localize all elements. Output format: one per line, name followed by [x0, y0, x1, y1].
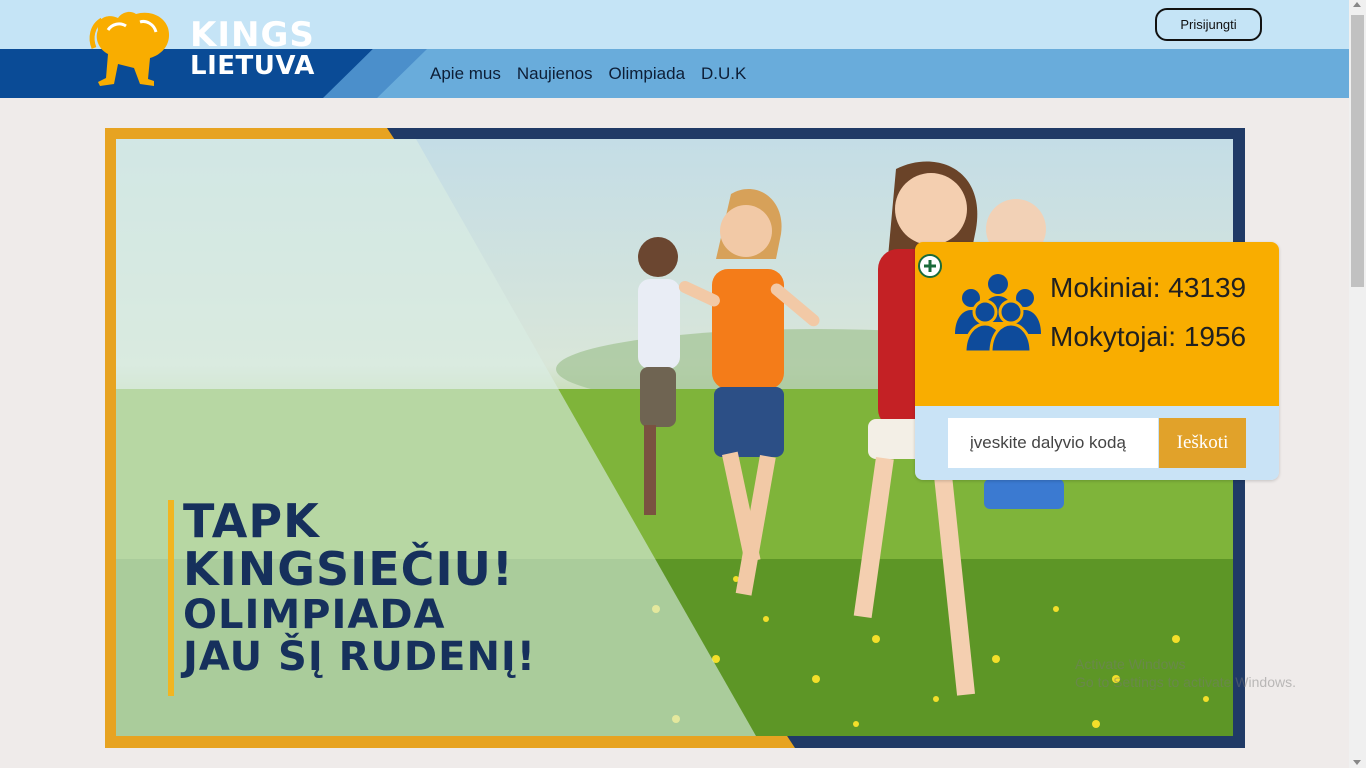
- headline-line2: KINGSIEČIU!: [183, 542, 514, 597]
- nav-item-olimpiada[interactable]: Olimpiada: [608, 64, 685, 84]
- logo-line1: KINGS: [190, 15, 315, 55]
- nav-item-apie-mus[interactable]: Apie mus: [430, 64, 501, 84]
- page-scrollbar[interactable]: [1349, 0, 1366, 768]
- headline-accent-bar: [168, 500, 174, 696]
- windows-activation-watermark: Activate Windows Go to Settings to activ…: [1075, 655, 1296, 691]
- headline-line4: JAU ŠĮ RUDENĮ!: [183, 633, 537, 680]
- stats-card: Mokiniai: 43139 Mokytojai: 1956 Ieškoti: [915, 242, 1279, 480]
- scroll-down-arrow-icon[interactable]: [1353, 760, 1361, 765]
- site-logo[interactable]: KINGS LIETUVA: [88, 8, 318, 88]
- headline-line1: TAPK: [183, 494, 320, 548]
- scrollbar-thumb[interactable]: [1351, 15, 1364, 287]
- participant-code-input[interactable]: [948, 418, 1158, 468]
- nav-item-naujienos[interactable]: Naujienos: [517, 64, 593, 84]
- teachers-count: Mokytojai: 1956: [1050, 321, 1247, 352]
- logo-line2: LIETUVA: [190, 51, 315, 81]
- search-button[interactable]: Ieškoti: [1159, 418, 1246, 468]
- people-group-icon: [953, 272, 1043, 356]
- students-count: Mokiniai: 43139: [1050, 272, 1247, 303]
- watermark-line1: Activate Windows: [1075, 656, 1186, 672]
- watermark-line2: Go to Settings to activate Windows.: [1075, 674, 1296, 691]
- headline-line3: OLIMPIADA: [183, 591, 446, 638]
- hero-headline: TAPK KINGSIEČIU! OLIMPIADA JAU ŠĮ RUDENĮ…: [183, 497, 536, 678]
- logo-wordmark: KINGS LIETUVA: [190, 18, 315, 79]
- login-button[interactable]: Prisijungti: [1155, 8, 1262, 41]
- nav-item-duk[interactable]: D.U.K: [701, 64, 746, 84]
- scroll-up-arrow-icon[interactable]: [1353, 2, 1361, 7]
- main-nav: Apie mus Naujienos Olimpiada D.U.K: [430, 49, 746, 98]
- plus-circle-icon[interactable]: [918, 254, 942, 278]
- stats-top-panel: Mokiniai: 43139 Mokytojai: 1956: [915, 242, 1279, 406]
- lion-icon: [89, 11, 170, 87]
